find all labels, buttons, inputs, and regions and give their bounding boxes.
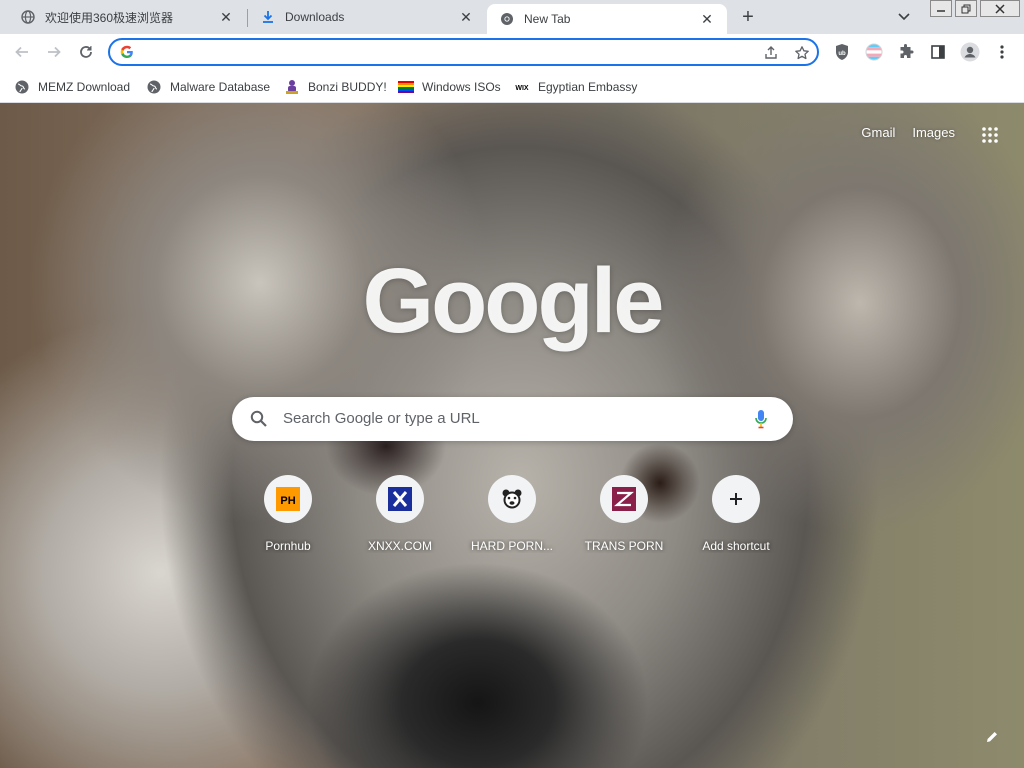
bookmark-label: Egyptian Embassy xyxy=(538,80,638,94)
customize-pencil-icon[interactable] xyxy=(982,727,1002,747)
reload-button[interactable] xyxy=(73,39,99,65)
svg-text:WIX: WIX xyxy=(515,85,529,92)
shortcut-label: XNXX.COM xyxy=(367,539,432,553)
bookmark-star-icon[interactable] xyxy=(794,45,810,61)
trans-flag-extension-icon[interactable] xyxy=(864,42,884,62)
window-controls xyxy=(927,0,1020,17)
toolbar: ub xyxy=(0,34,1024,71)
address-input[interactable] xyxy=(140,43,744,63)
rainbow-flag-icon xyxy=(398,79,414,95)
back-button[interactable] xyxy=(9,39,35,65)
bonzi-icon xyxy=(284,79,300,95)
bookmark-label: Malware Database xyxy=(170,80,271,94)
tab-360-welcome[interactable]: 欢迎使用360极速浏览器 ✕ xyxy=(8,0,246,34)
bookmark-memz-download[interactable]: MEMZ Download xyxy=(14,78,130,96)
shortcut-label: Add shortcut xyxy=(702,539,770,553)
top-links: Gmail Images xyxy=(861,125,955,140)
shortcut-tile xyxy=(376,475,424,523)
bookmark-label: Windows ISOs xyxy=(422,80,501,94)
shortcut-tile: PH xyxy=(264,475,312,523)
tab-downloads[interactable]: Downloads ✕ xyxy=(248,0,486,34)
download-icon xyxy=(260,9,276,25)
plus-icon xyxy=(730,493,742,505)
reload-icon xyxy=(80,46,92,58)
globe-icon xyxy=(14,79,30,95)
profile-avatar-icon[interactable] xyxy=(960,42,980,62)
trans-logo-icon xyxy=(612,487,636,511)
chrome-icon xyxy=(499,11,515,27)
tab-title: New Tab xyxy=(524,12,571,26)
bookmark-bonzi-buddy[interactable]: Bonzi BUDDY! xyxy=(284,78,387,96)
tab-new-tab[interactable]: New Tab ✕ xyxy=(487,4,727,34)
bear-face-icon xyxy=(502,489,522,509)
restore-button[interactable] xyxy=(955,0,977,17)
google-logo: Google xyxy=(362,250,665,352)
globe-icon xyxy=(20,9,36,25)
minimize-button[interactable] xyxy=(930,0,952,17)
apps-grid-icon[interactable] xyxy=(982,127,998,143)
shortcut-tile xyxy=(600,475,648,523)
ublock-shield-icon[interactable]: ub xyxy=(832,42,852,62)
close-icon[interactable]: ✕ xyxy=(458,9,474,25)
close-window-button[interactable] xyxy=(980,0,1020,17)
bookmark-label: MEMZ Download xyxy=(38,80,131,94)
tab-strip: 欢迎使用360极速浏览器 ✕ Downloads ✕ New Tab ✕ + xyxy=(0,0,1024,34)
shortcut-trans-porn[interactable]: TRANS PORN xyxy=(568,475,680,553)
shortcut-label: Pornhub xyxy=(265,539,311,553)
google-g-icon xyxy=(120,45,134,64)
globe-icon xyxy=(146,79,162,95)
shortcut-label: TRANS PORN xyxy=(584,539,664,553)
search-icon xyxy=(250,410,268,433)
share-icon[interactable] xyxy=(763,45,779,61)
menu-kebab-icon[interactable] xyxy=(992,42,1012,62)
x-icon xyxy=(388,487,412,511)
extensions-puzzle-icon[interactable] xyxy=(896,42,916,62)
close-icon[interactable]: ✕ xyxy=(218,9,234,25)
ph-icon: PH xyxy=(276,487,300,511)
images-link[interactable]: Images xyxy=(912,125,955,140)
bookmarks-bar: MEMZ Download Malware Database Bonzi BUD… xyxy=(0,71,1024,103)
shortcut-label: HARD PORN... xyxy=(470,539,553,553)
ntp-search-box[interactable]: Search Google or type a URL xyxy=(232,397,793,441)
close-icon[interactable]: ✕ xyxy=(699,11,715,27)
bookmark-egyptian-embassy[interactable]: WIX Egyptian Embassy xyxy=(514,78,637,96)
forward-button[interactable] xyxy=(41,39,67,65)
shortcut-pornhub[interactable]: PH Pornhub xyxy=(232,475,344,553)
new-tab-page: Gmail Images Google Search Google or typ… xyxy=(0,103,1024,768)
bookmark-windows-isos[interactable]: Windows ISOs xyxy=(398,78,501,96)
shortcut-tile xyxy=(488,475,536,523)
shortcut-xnxx[interactable]: XNXX.COM xyxy=(344,475,456,553)
microphone-icon[interactable] xyxy=(754,409,768,434)
address-bar[interactable] xyxy=(108,38,819,66)
wix-icon: WIX xyxy=(514,79,530,95)
back-arrow-icon xyxy=(15,46,28,58)
search-placeholder: Search Google or type a URL xyxy=(283,410,480,427)
side-panel-icon[interactable] xyxy=(928,42,948,62)
new-tab-button[interactable]: + xyxy=(736,5,760,29)
bookmark-malware-database[interactable]: Malware Database xyxy=(146,78,270,96)
tab-title: 欢迎使用360极速浏览器 xyxy=(45,10,174,25)
svg-text:ub: ub xyxy=(838,51,846,57)
bookmark-label: Bonzi BUDDY! xyxy=(308,80,387,94)
tab-search-chevron-icon[interactable] xyxy=(894,7,914,27)
svg-text:PH: PH xyxy=(280,495,295,507)
tab-title: Downloads xyxy=(285,10,345,24)
shortcut-add[interactable]: Add shortcut xyxy=(680,475,792,553)
forward-arrow-icon xyxy=(48,46,61,58)
shortcut-hard-porn[interactable]: HARD PORN... xyxy=(456,475,568,553)
gmail-link[interactable]: Gmail xyxy=(861,125,895,140)
shortcut-tile xyxy=(712,475,760,523)
